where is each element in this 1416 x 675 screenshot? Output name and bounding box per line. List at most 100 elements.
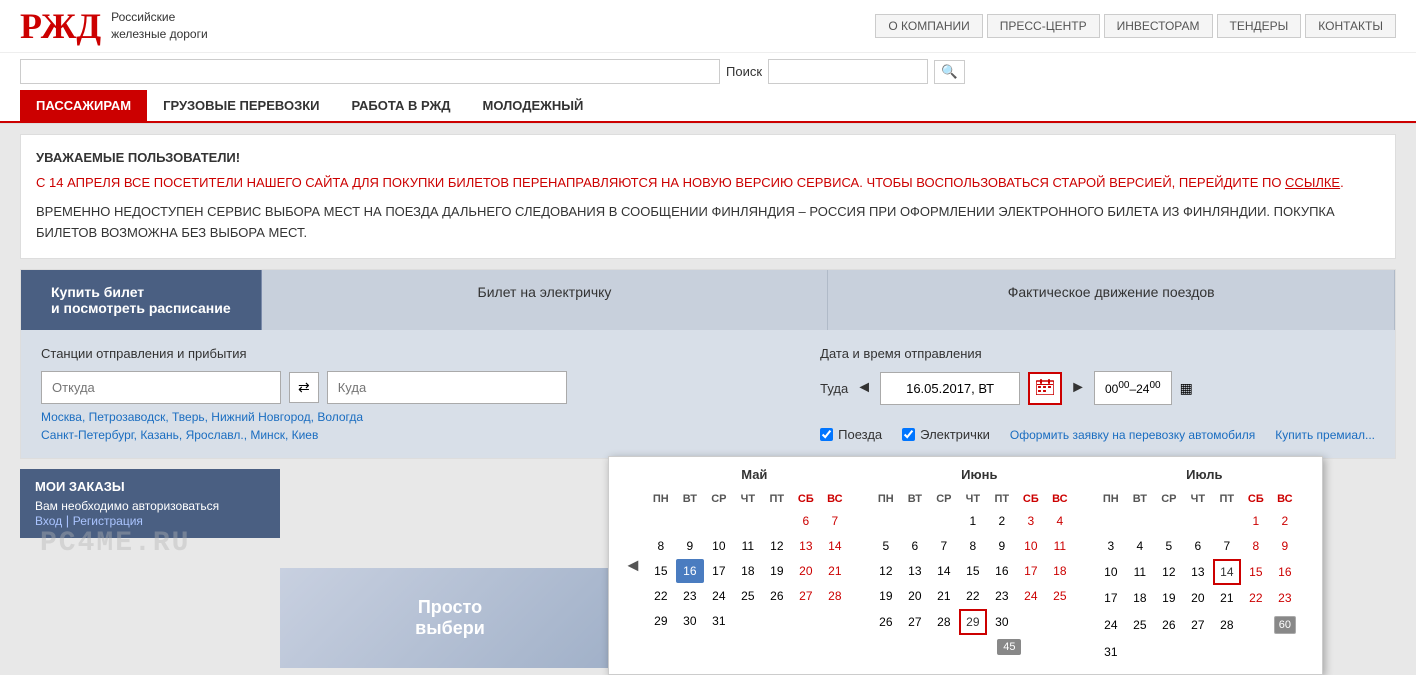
- cal-day-0-24[interactable]: 25: [734, 584, 762, 608]
- cal-day-0-12[interactable]: 13: [792, 534, 820, 558]
- cal-day-1-30[interactable]: 28: [930, 609, 958, 635]
- search-button[interactable]: 🔍: [934, 60, 965, 84]
- cal-day-1-9[interactable]: 7: [930, 534, 958, 558]
- calendar-prev-button[interactable]: ◄: [619, 550, 647, 581]
- nav-contacts[interactable]: КОНТАКТЫ: [1305, 14, 1396, 38]
- cal-day-1-14[interactable]: 12: [872, 559, 900, 583]
- cal-day-1-21[interactable]: 19: [872, 584, 900, 608]
- cal-day-0-16[interactable]: 17: [705, 559, 733, 583]
- cal-day-1-8[interactable]: 6: [901, 534, 929, 558]
- cal-day-0-11[interactable]: 12: [763, 534, 791, 558]
- nav-press[interactable]: ПРЕСС-ЦЕНТР: [987, 14, 1100, 38]
- cal-day-2-5[interactable]: 1: [1242, 509, 1270, 533]
- tab-elektrichka[interactable]: Билет на электричку: [262, 270, 829, 330]
- cal-day-1-22[interactable]: 20: [901, 584, 929, 608]
- cal-day-0-6[interactable]: 7: [821, 509, 849, 533]
- cal-day-2-28[interactable]: 24: [1097, 611, 1125, 639]
- cal-day-2-24[interactable]: 20: [1184, 586, 1212, 610]
- nav-cargo[interactable]: ГРУЗОВЫЕ ПЕРЕВОЗКИ: [147, 90, 335, 121]
- cal-day-2-6[interactable]: 2: [1271, 509, 1299, 533]
- cal-day-0-28[interactable]: 29: [647, 609, 675, 633]
- cal-day-2-19[interactable]: 15: [1242, 559, 1270, 585]
- cal-day-1-24[interactable]: 22: [959, 584, 987, 608]
- cal-day-2-18[interactable]: 14: [1213, 559, 1241, 585]
- cal-day-1-27[interactable]: 25: [1046, 584, 1074, 608]
- cal-day-1-19[interactable]: 17: [1017, 559, 1045, 583]
- cal-day-0-9[interactable]: 10: [705, 534, 733, 558]
- cal-day-0-20[interactable]: 21: [821, 559, 849, 583]
- cal-day-0-29[interactable]: 30: [676, 609, 704, 633]
- register-link[interactable]: Регистрация: [73, 514, 143, 528]
- checkbox-trains-label[interactable]: Поезда: [820, 427, 882, 442]
- cal-day-2-20[interactable]: 16: [1271, 559, 1299, 585]
- cal-day-0-25[interactable]: 26: [763, 584, 791, 608]
- cal-day-2-29[interactable]: 25: [1126, 611, 1154, 639]
- from-input[interactable]: [41, 371, 281, 404]
- cal-day-2-10[interactable]: 6: [1184, 534, 1212, 558]
- date-prev-button[interactable]: ◄: [856, 379, 872, 397]
- nav-tenders[interactable]: ТЕНДЕРЫ: [1217, 14, 1302, 38]
- cal-day-0-18[interactable]: 19: [763, 559, 791, 583]
- cal-day-2-22[interactable]: 18: [1126, 586, 1154, 610]
- promo-banner[interactable]: Просто выбери: [280, 568, 620, 668]
- notice-link[interactable]: ССЫЛКЕ: [1285, 175, 1340, 190]
- cal-day-0-17[interactable]: 18: [734, 559, 762, 583]
- cal-day-2-21[interactable]: 17: [1097, 586, 1125, 610]
- cal-day-1-16[interactable]: 14: [930, 559, 958, 583]
- cal-day-0-23[interactable]: 24: [705, 584, 733, 608]
- link-premium[interactable]: Купить премиал...: [1275, 428, 1375, 442]
- cal-day-0-7[interactable]: 8: [647, 534, 675, 558]
- cal-day-1-23[interactable]: 21: [930, 584, 958, 608]
- cal-day-2-32[interactable]: 28: [1213, 611, 1241, 639]
- cal-day-0-19[interactable]: 20: [792, 559, 820, 583]
- cal-day-1-12[interactable]: 10: [1017, 534, 1045, 558]
- cal-day-2-34[interactable]: 60: [1271, 611, 1299, 639]
- cal-day-0-22[interactable]: 23: [676, 584, 704, 608]
- cal-day-1-11[interactable]: 9: [988, 534, 1016, 558]
- tab-actual-movement[interactable]: Фактическое движение поездов: [828, 270, 1395, 330]
- cal-day-0-14[interactable]: 15: [647, 559, 675, 583]
- cal-day-1-15[interactable]: 13: [901, 559, 929, 583]
- checkbox-elektr[interactable]: [902, 428, 915, 441]
- cal-day-2-31[interactable]: 27: [1184, 611, 1212, 639]
- cal-day-0-26[interactable]: 27: [792, 584, 820, 608]
- date-next-button[interactable]: ►: [1070, 379, 1086, 397]
- cal-day-0-10[interactable]: 11: [734, 534, 762, 558]
- cal-day-1-7[interactable]: 5: [872, 534, 900, 558]
- cal-day-0-5[interactable]: 6: [792, 509, 820, 533]
- cal-day-2-16[interactable]: 12: [1155, 559, 1183, 585]
- cal-day-0-15[interactable]: 16: [676, 559, 704, 583]
- cal-day-1-5[interactable]: 3: [1017, 509, 1045, 533]
- cal-day-2-12[interactable]: 8: [1242, 534, 1270, 558]
- swap-button[interactable]: ⇄: [289, 372, 319, 403]
- cal-day-0-27[interactable]: 28: [821, 584, 849, 608]
- cal-day-1-32[interactable]: 30: [988, 609, 1016, 635]
- to-input[interactable]: [327, 371, 567, 404]
- nav-about[interactable]: О КОМПАНИИ: [875, 14, 982, 38]
- cal-day-1-18[interactable]: 16: [988, 559, 1016, 583]
- cal-day-1-26[interactable]: 24: [1017, 584, 1045, 608]
- cal-day-1-3[interactable]: 1: [959, 509, 987, 533]
- cal-day-2-30[interactable]: 26: [1155, 611, 1183, 639]
- tab-buy-ticket[interactable]: Купить билет и посмотреть расписание: [21, 270, 262, 330]
- cal-day-2-25[interactable]: 21: [1213, 586, 1241, 610]
- cal-day-0-21[interactable]: 22: [647, 584, 675, 608]
- cal-day-2-14[interactable]: 10: [1097, 559, 1125, 585]
- cal-day-1-10[interactable]: 8: [959, 534, 987, 558]
- cal-day-0-30[interactable]: 31: [705, 609, 733, 633]
- cal-day-0-13[interactable]: 14: [821, 534, 849, 558]
- cal-day-2-27[interactable]: 23: [1271, 586, 1299, 610]
- cal-day-1-29[interactable]: 27: [901, 609, 929, 635]
- cal-day-2-35[interactable]: 31: [1097, 640, 1125, 664]
- cal-day-2-8[interactable]: 4: [1126, 534, 1154, 558]
- nav-investors[interactable]: ИНВЕСТОРАМ: [1104, 14, 1213, 38]
- cal-day-2-9[interactable]: 5: [1155, 534, 1183, 558]
- cal-day-2-7[interactable]: 3: [1097, 534, 1125, 558]
- cal-day-1-31[interactable]: 29: [959, 609, 987, 635]
- cal-day-2-17[interactable]: 13: [1184, 559, 1212, 585]
- time-button[interactable]: ▦: [1180, 380, 1193, 397]
- global-search-input[interactable]: [20, 59, 720, 84]
- cal-day-1-17[interactable]: 15: [959, 559, 987, 583]
- checkbox-elektr-label[interactable]: Электрички: [902, 427, 990, 442]
- cal-day-1-4[interactable]: 2: [988, 509, 1016, 533]
